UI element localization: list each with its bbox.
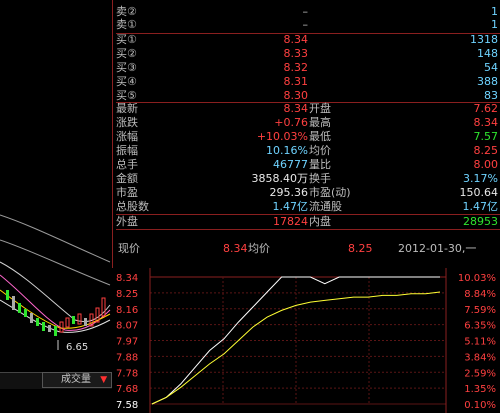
open-label: 开盘 (309, 102, 331, 115)
buy-volume: 1318 (470, 33, 498, 46)
pe-dyn-label: 市盈(动) (309, 186, 351, 199)
avg-header-value: 8.25 (348, 242, 373, 255)
buy-price: 8.31 (283, 75, 309, 88)
amount-value: 3858.40万 (251, 172, 309, 185)
latest-label: 最新 (116, 102, 138, 115)
y-tick-label-right: 2.59% (464, 368, 496, 379)
y-tick-label-right: 8.84% (464, 289, 496, 300)
total-shares-value: 1.47亿 (272, 200, 309, 213)
y-tick-label-left: 8.34 (116, 273, 138, 284)
outer-value: 17824 (273, 215, 308, 228)
y-tick-label-left: 7.88 (116, 352, 138, 363)
quote-row-pct: 涨幅 +10.03% 最低 7.57 (116, 129, 498, 144)
vol-ratio-value: 8.00 (473, 158, 499, 171)
chart-date: 2012-01-30,一 (398, 242, 477, 255)
buy-volume: 148 (477, 47, 498, 60)
price-label: 现价 (118, 242, 140, 255)
intraday-header: 现价 8.34 均价 8.25 2012-01-30,一 (118, 241, 498, 256)
kline-chart (0, 214, 111, 350)
pct-value: +10.03% (256, 130, 308, 143)
vol-ratio-label: 量比 (309, 158, 331, 171)
sell-volume: 1 (491, 18, 498, 31)
y-tick-label-right: 5.11% (464, 337, 496, 348)
sell-price: – (302, 18, 309, 31)
intraday-chart[interactable]: 8.34 8.25 8.16 8.07 7.97 7.88 7.78 7.68 7.58 10.… (112, 268, 500, 413)
quote-row-latest: 最新 8.34 开盘 7.62 (116, 101, 498, 116)
buy-price: 8.34 (283, 33, 309, 46)
total-hand-label: 总手 (116, 158, 138, 171)
y-tick-label-left: 7.78 (116, 368, 138, 379)
change-value: +0.76 (274, 116, 308, 129)
y-tick-label-left: 7.68 (116, 384, 138, 395)
low-label: 最低 (309, 130, 331, 143)
buy-label: 买① (116, 33, 137, 46)
total-hand-value: 46777 (273, 158, 308, 171)
buy-label: 买③ (116, 61, 137, 74)
quote-row-amp: 振幅 10.16% 均价 8.25 (116, 143, 498, 158)
buy-price: 8.33 (283, 47, 309, 60)
inner-value: 28953 (463, 215, 498, 228)
pct-label: 涨幅 (116, 130, 138, 143)
float-label: 流通股 (309, 200, 342, 213)
turnover-label: 换手 (309, 172, 331, 185)
y-tick-label-right: 0.10% (464, 400, 496, 411)
high-value: 8.34 (473, 116, 499, 129)
volume-tab[interactable]: 成交量 ▼ (42, 372, 112, 388)
quote-row-outer: 外盘 17824 内盘 28953 (116, 214, 498, 229)
y-tick-label-right: 3.84% (464, 352, 496, 363)
turnover-value: 3.17% (463, 172, 498, 185)
quote-row-change: 涨跌 +0.76 最高 8.34 (116, 115, 498, 130)
latest-value: 8.34 (283, 102, 309, 115)
y-tick-label-right: 1.35% (464, 384, 496, 395)
pe-label: 市盈 (116, 186, 138, 199)
y-tick-label-right: 10.03% (458, 273, 496, 284)
open-value: 7.62 (473, 102, 499, 115)
float-value: 1.47亿 (462, 200, 499, 213)
buy-price: 8.32 (283, 61, 309, 74)
sell-label: 卖① (116, 18, 137, 31)
y-tick-label-left: 8.16 (116, 305, 138, 316)
dropdown-triangle-icon: ▼ (100, 375, 108, 385)
y-tick-label-left: 8.25 (116, 289, 138, 300)
avg-label: 均价 (309, 144, 331, 157)
quote-row-pe: 市盈 295.36 市盈(动) 150.64 (116, 185, 498, 200)
amp-value: 10.16% (266, 144, 308, 157)
buy-label: 买④ (116, 75, 137, 88)
y-axis-right: 10.03% 8.84% 7.59% 6.35% 5.11% 3.84% 2.59% 1.35… (458, 273, 496, 411)
avg-header-label: 均价 (248, 242, 270, 255)
total-shares-label: 总股数 (116, 200, 149, 213)
pe-dyn-value: 150.64 (459, 186, 499, 199)
outer-label: 外盘 (116, 215, 138, 228)
inner-label: 内盘 (309, 215, 331, 228)
volume-tab-label: 成交量 (61, 374, 91, 385)
y-tick-label-right: 6.35% (464, 321, 496, 332)
kline-pane[interactable]: 6.65 (0, 0, 112, 413)
quote-row-shares: 总股数 1.47亿 流通股 1.47亿 (116, 199, 498, 214)
buy-row-2: 买② 8.33 148 (116, 46, 498, 61)
amp-label: 振幅 (116, 144, 138, 157)
high-label: 最高 (309, 116, 331, 129)
buy-row-4: 买④ 8.31 388 (116, 74, 498, 89)
y-tick-label-left: 7.97 (116, 337, 138, 348)
pe-value: 295.36 (269, 186, 309, 199)
low-value: 7.57 (473, 130, 499, 143)
quote-row-amount: 金额 3858.40万 换手 3.17% (116, 171, 498, 186)
change-label: 涨跌 (116, 116, 138, 129)
y-tick-label-right: 7.59% (464, 305, 496, 316)
buy-volume: 388 (477, 75, 498, 88)
buy-row-1: 买① 8.34 1318 (116, 32, 498, 47)
y-axis-left: 8.34 8.25 8.16 8.07 7.97 7.88 7.78 7.68 7.58 (116, 273, 138, 411)
kline-low-label: 6.65 (66, 342, 89, 353)
buy-volume: 54 (484, 61, 498, 74)
quote-separator (116, 229, 500, 230)
y-tick-label-left: 8.07 (116, 321, 138, 332)
quote-row-total: 总手 46777 量比 8.00 (116, 157, 498, 172)
price-value: 8.34 (223, 242, 248, 255)
avg-value: 8.25 (473, 144, 499, 157)
buy-row-3: 买③ 8.32 54 (116, 60, 498, 75)
amount-label: 金额 (116, 172, 138, 185)
buy-label: 买② (116, 47, 137, 60)
sell-row-1: 卖① – 1 (116, 17, 498, 32)
y-tick-label-left: 7.58 (116, 400, 138, 411)
